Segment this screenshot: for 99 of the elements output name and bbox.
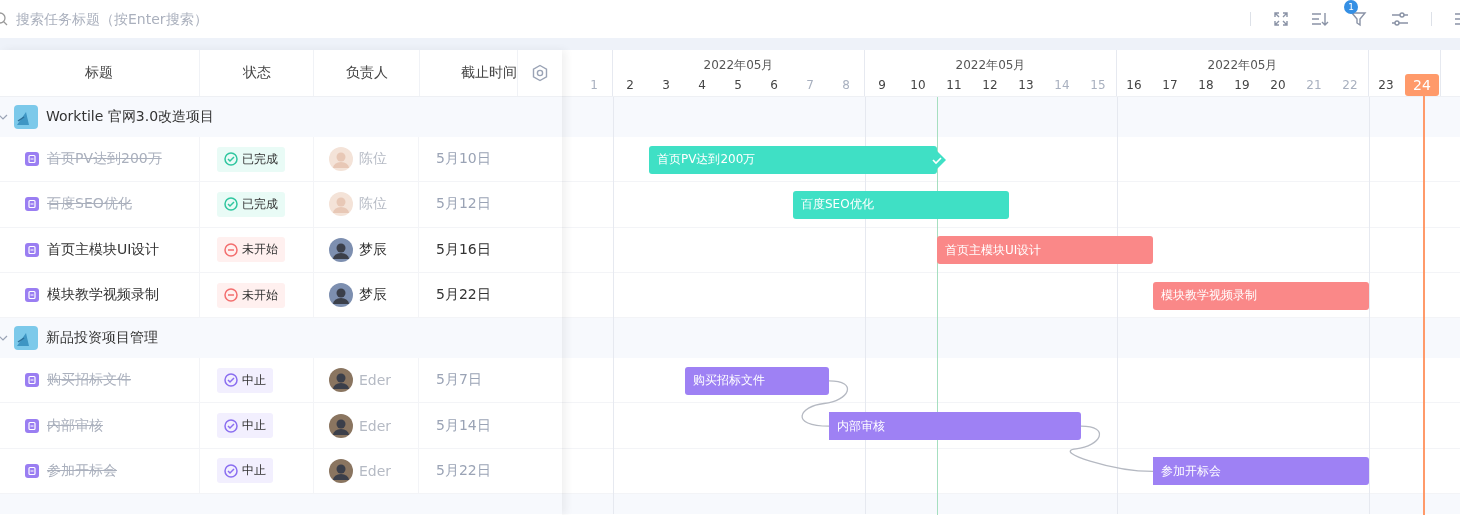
day-label: 13 [1017,78,1035,92]
day-label: 10 [909,78,927,92]
status-tag[interactable]: 中止 [217,413,273,439]
search-field[interactable]: 搜索任务标题（按Enter搜索） [0,10,418,28]
due-date: 5月12日 [436,195,491,214]
assignee-name: Eder [359,462,392,479]
task-icon [25,197,39,212]
due-date: 5月7日 [436,371,482,390]
status-tag[interactable]: 未开始 [217,237,285,263]
group-title[interactable]: 新品投资项目管理 [46,329,158,348]
task-bar[interactable]: 购买招标文件 [685,366,829,395]
settings-icon[interactable] [531,64,550,82]
day-label: 21 [1305,78,1323,92]
day-label: 19 [1233,78,1251,92]
column-header: 负责人 [314,50,420,96]
task-title[interactable]: 购买招标文件 [47,371,131,390]
day-label: 5 [733,78,743,92]
day-label: 2 [625,78,635,92]
status-tag[interactable]: 中止 [217,458,273,484]
avatar [329,413,353,438]
group-title[interactable]: Worktile 官网3.0改造项目 [46,108,215,126]
check-circle-icon [224,418,238,433]
due-date: 5月22日 [436,286,491,305]
month-label: 2022年05月 [1207,57,1278,74]
project-icon [14,326,38,351]
day-label: 16 [1125,78,1143,92]
task-title[interactable]: 百度SEO优化 [47,195,132,214]
project-icon [14,105,38,129]
check-circle-icon [224,373,238,388]
day-label: 18 [1197,78,1215,92]
due-date: 5月16日 [436,240,491,259]
task-icon [25,288,39,303]
day-label: 14 [1053,78,1071,92]
assignee-name: Eder [359,372,392,389]
check-circle-icon [224,197,238,212]
avatar [329,283,353,308]
day-label: 7 [805,78,815,92]
settings-sliders-icon[interactable] [1391,11,1409,27]
day-label: 9 [877,78,887,92]
task-bar[interactable]: 模块教学视频录制 [1153,281,1369,310]
assignee-name: 陈位 [359,195,387,214]
month-label: 2022年05月 [955,57,1026,74]
day-label: 22 [1341,78,1359,92]
minus-circle-icon [224,242,238,257]
avatar [329,368,353,393]
assignee-name: Eder [359,417,392,434]
task-bar[interactable]: 百度SEO优化 [793,190,1009,219]
day-label: 23 [1377,78,1395,92]
day-label: 1 [589,78,599,92]
sort-icon[interactable] [1311,11,1329,27]
assignee-name: 陈位 [359,150,387,169]
day-label: 24 [1405,74,1439,96]
due-date: 5月10日 [436,150,491,169]
task-title[interactable]: 模块教学视频录制 [47,286,159,305]
column-header: 标题 [0,50,200,96]
due-date: 5月22日 [436,461,491,480]
task-icon [25,242,39,257]
minus-circle-icon [224,288,238,303]
status-tag[interactable]: 已完成 [217,146,285,172]
task-icon [25,373,39,388]
day-label: 6 [769,78,779,92]
task-bar[interactable]: 首页主模块UI设计 [937,236,1153,265]
check-circle-icon [224,463,238,478]
task-icon [25,463,39,478]
assignee-name: 梦辰 [359,240,387,259]
due-date: 5月14日 [436,416,491,435]
status-tag[interactable]: 未开始 [217,282,285,308]
notification-badge: 1 [1344,0,1358,14]
chevron-icon[interactable] [0,112,8,122]
filter-icon[interactable] [1351,11,1369,27]
day-label: 8 [841,78,851,92]
assignee-name: 梦辰 [359,286,387,305]
day-label: 3 [661,78,671,92]
menu-icon[interactable] [1454,11,1460,27]
day-label: 20 [1269,78,1287,92]
check-circle-icon [224,152,238,167]
day-label: 12 [981,78,999,92]
status-tag[interactable]: 中止 [217,367,273,393]
avatar [329,237,353,262]
column-header: 状态 [199,50,315,96]
column-header: 截止时间 [419,50,519,96]
status-tag[interactable]: 已完成 [217,191,285,217]
avatar [329,147,353,172]
task-title[interactable]: 首页主模块UI设计 [47,240,160,259]
task-title[interactable]: 内部审核 [47,416,103,435]
avatar [329,458,353,483]
day-label: 11 [945,78,963,92]
task-title[interactable]: 参加开标会 [47,461,117,480]
task-title[interactable]: 首页PV达到200万 [47,150,162,169]
avatar [329,192,353,217]
task-icon [25,418,39,433]
day-label: 4 [697,78,707,92]
day-label: 17 [1161,78,1179,92]
month-label: 2022年05月 [703,57,774,74]
task-bar[interactable]: 内部审核 [829,412,1081,441]
task-icon [25,152,39,167]
fullscreen-icon[interactable] [1273,11,1289,27]
day-label: 15 [1089,78,1107,92]
task-bar[interactable]: 参加开标会 [1153,457,1369,486]
